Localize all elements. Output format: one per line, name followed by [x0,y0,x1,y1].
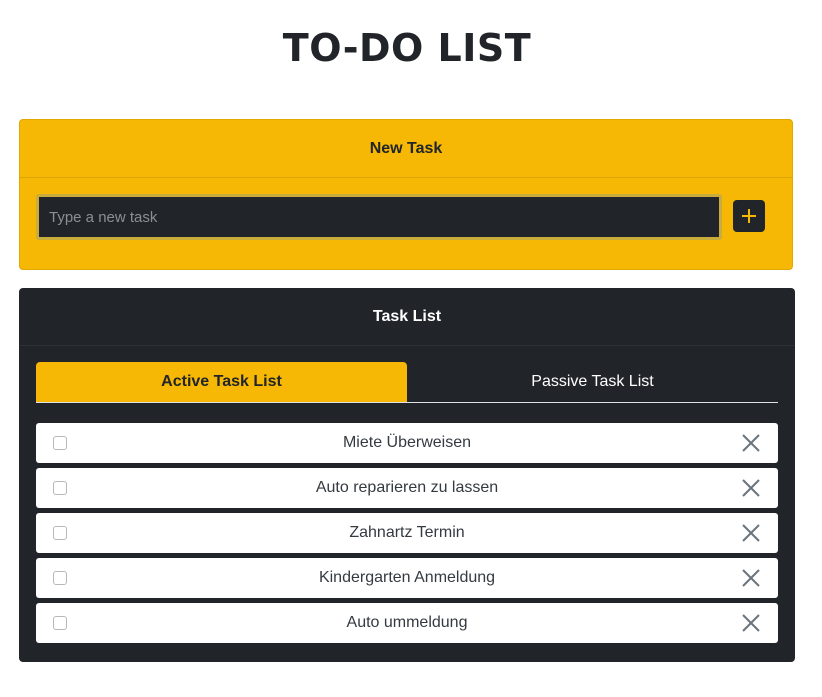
task-label: Miete Überweisen [342,434,472,451]
close-icon[interactable] [742,614,760,632]
task-item: Auto reparieren zu lassen [36,468,778,508]
tab-passive-task-list[interactable]: Passive Task List [407,362,778,402]
plus-icon [742,209,756,223]
task-checkbox[interactable] [53,616,67,630]
add-task-button[interactable] [733,200,765,232]
close-icon[interactable] [742,434,760,452]
task-checkbox[interactable] [53,571,67,585]
task-checkbox[interactable] [53,481,67,495]
task-list-card: Task List Active Task List Passive Task … [19,288,795,662]
new-task-body [20,178,792,271]
close-icon[interactable] [742,524,760,542]
close-icon[interactable] [742,479,760,497]
task-item: Auto ummeldung [36,603,778,643]
task-item: Miete Überweisen [36,423,778,463]
task-label: Auto ummeldung [346,614,468,631]
page-title: TO-DO LIST [282,26,532,70]
task-items-list: Miete Überweisen Auto reparieren zu lass… [36,423,778,648]
new-task-header: New Task [20,120,792,178]
task-tabs: Active Task List Passive Task List [36,362,778,403]
new-task-card: New Task [19,119,793,270]
new-task-input[interactable] [36,194,722,240]
task-list-header: Task List [19,288,795,346]
task-item: Zahnartz Termin [36,513,778,553]
task-checkbox[interactable] [53,526,67,540]
task-label: Kindergarten Anmeldung [318,569,496,586]
task-checkbox[interactable] [53,436,67,450]
close-icon[interactable] [742,569,760,587]
task-label: Auto reparieren zu lassen [315,479,499,496]
tab-active-task-list[interactable]: Active Task List [36,362,407,402]
task-label: Zahnartz Termin [349,524,465,541]
task-item: Kindergarten Anmeldung [36,558,778,598]
